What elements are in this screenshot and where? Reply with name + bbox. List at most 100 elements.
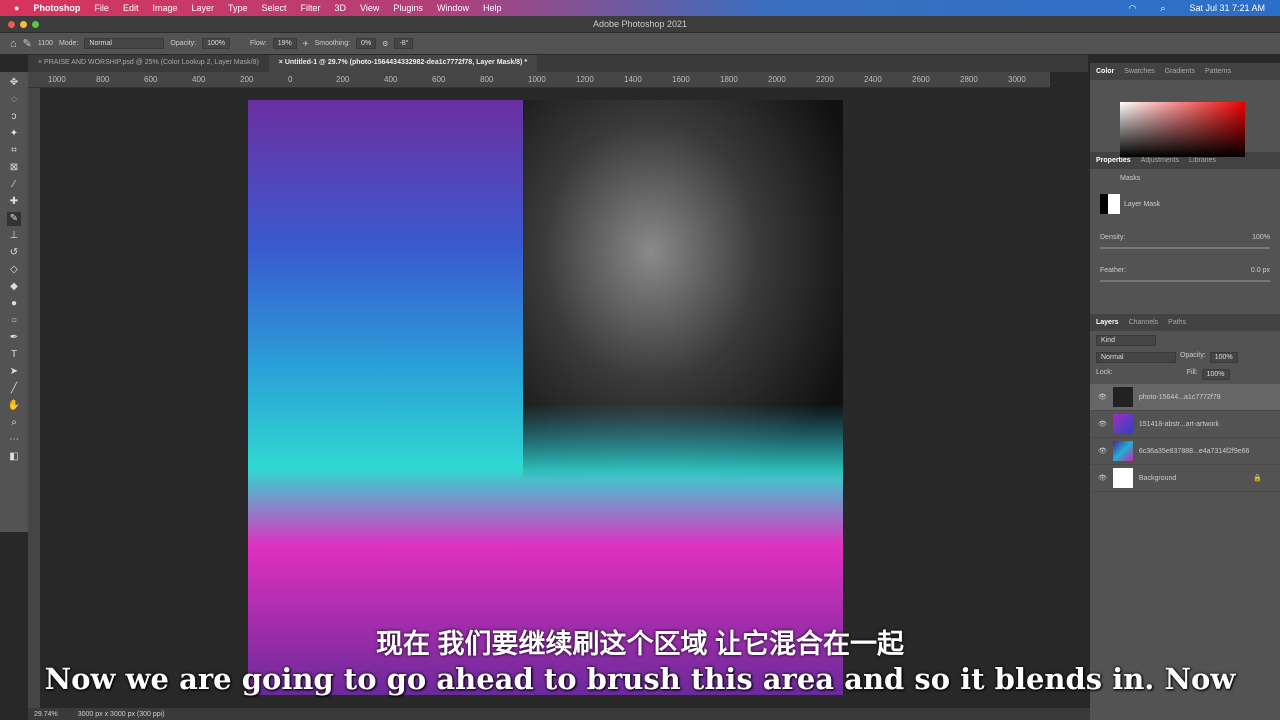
layer-name: Background	[1138, 474, 1177, 482]
layer-opacity-input[interactable]: 100%	[1209, 352, 1238, 363]
tab-untitled-1[interactable]: × Untitled-1 @ 29.7% (photo-156443433298…	[268, 55, 538, 72]
crop-tool-icon[interactable]: ⌗	[7, 144, 21, 158]
history-brush-icon[interactable]: ↺	[7, 246, 21, 260]
vertical-ruler	[28, 88, 40, 708]
tab-layers[interactable]: Layers	[1096, 319, 1119, 326]
menu-filter[interactable]: Filter	[301, 3, 321, 13]
hand-tool-icon[interactable]: ✋	[7, 399, 21, 413]
eye-icon[interactable]: 👁	[1098, 393, 1107, 401]
type-tool-icon[interactable]: T	[7, 348, 21, 362]
menu-plugins[interactable]: Plugins	[393, 3, 423, 13]
menu-image[interactable]: Image	[152, 3, 177, 13]
tab-color[interactable]: Color	[1096, 68, 1114, 75]
search-icon[interactable]: ⌕	[1160, 3, 1165, 14]
eye-icon[interactable]: 👁	[1098, 420, 1107, 428]
gear-icon[interactable]: ⚙	[382, 40, 388, 48]
eye-icon[interactable]: 👁	[1098, 447, 1107, 455]
shape-tool-icon[interactable]: ╱	[7, 382, 21, 396]
horizontal-ruler: 1000 800 600 400 200 0 200 400 600 800 1000 1200 140…	[28, 72, 1050, 88]
layer-row[interactable]: 👁 photo-15644...a1c7772f78	[1090, 384, 1280, 411]
brush-size[interactable]: 1100	[38, 40, 53, 47]
eraser-icon[interactable]: ◇	[7, 263, 21, 277]
blur-tool-icon[interactable]: ●	[7, 297, 21, 311]
eye-icon[interactable]: 👁	[1098, 474, 1107, 482]
tab-praise-and-worship[interactable]: × PRAISE AND WORSHIP.psd @ 25% (Color Lo…	[28, 55, 269, 72]
tab-adjustments[interactable]: Adjustments	[1141, 157, 1180, 164]
smoothing-input[interactable]: 0%	[356, 38, 377, 49]
apple-icon[interactable]: ●	[14, 3, 19, 13]
frame-tool-icon[interactable]: ⊠	[7, 161, 21, 175]
color-picker-field[interactable]	[1120, 102, 1245, 157]
ruler-tick: 2000	[768, 75, 786, 84]
tab-properties[interactable]: Properties	[1096, 157, 1131, 164]
tab-channels[interactable]: Channels	[1129, 319, 1159, 326]
filter-kind-select[interactable]: Kind	[1096, 335, 1156, 346]
zoom-level[interactable]: 29.74%	[34, 711, 58, 718]
ruler-tick: 400	[384, 75, 398, 84]
more-tools-icon[interactable]: ⋯	[7, 433, 21, 447]
blend-mode-select[interactable]: Normal	[1096, 352, 1176, 363]
color-panel-tabs: Color Swatches Gradients Patterns	[1090, 63, 1280, 80]
eyedropper-icon[interactable]: ⁄	[7, 178, 21, 192]
marquee-tool-icon[interactable]: ◌	[7, 93, 21, 107]
tab-paths[interactable]: Paths	[1168, 319, 1186, 326]
ruler-tick: 1400	[624, 75, 642, 84]
home-icon[interactable]: ⌂	[10, 38, 17, 50]
document-canvas[interactable]	[248, 100, 843, 695]
layer-name: photo-15644...a1c7772f78	[1138, 393, 1221, 401]
dodge-tool-icon[interactable]: ○	[7, 314, 21, 328]
density-input[interactable]: 100%	[1252, 234, 1270, 241]
clock[interactable]: Sat Jul 31 7:21 AM	[1189, 3, 1265, 13]
smoothing-label: Smoothing:	[314, 40, 351, 47]
menu-photoshop[interactable]: Photoshop	[33, 3, 80, 13]
feather-input[interactable]: 0.0 px	[1251, 267, 1270, 274]
ruler-tick: 1200	[576, 75, 594, 84]
layer-name: 6c36a35e837888...e4a7314f2f9e66	[1138, 447, 1250, 455]
density-slider[interactable]	[1100, 247, 1270, 249]
mask-thumbnail	[1100, 194, 1120, 214]
healing-icon[interactable]: ✚	[7, 195, 21, 209]
wifi-icon[interactable]: ◠	[1129, 3, 1137, 14]
menu-file[interactable]: File	[94, 3, 109, 13]
ruler-tick: 800	[96, 75, 110, 84]
properties-panel: Masks Layer Mask Density: 100% Feather: 0.…	[1090, 169, 1280, 314]
tab-swatches[interactable]: Swatches	[1124, 68, 1154, 75]
layer-row[interactable]: 👁 6c36a35e837888...e4a7314f2f9e66	[1090, 438, 1280, 465]
quick-select-icon[interactable]: ✦	[7, 127, 21, 141]
menu-3d[interactable]: 3D	[335, 3, 347, 13]
document-tabs: × PRAISE AND WORSHIP.psd @ 25% (Color Lo…	[28, 55, 1088, 72]
zoom-tool-icon[interactable]: ⌕	[7, 416, 21, 430]
menu-view[interactable]: View	[360, 3, 379, 13]
menu-type[interactable]: Type	[228, 3, 248, 13]
color-swatches-icon[interactable]: ◧	[7, 450, 21, 464]
color-panel	[1090, 80, 1280, 157]
pen-tool-icon[interactable]: ✒	[7, 331, 21, 345]
paint-bucket-icon[interactable]: ◆	[7, 280, 21, 294]
tab-gradients[interactable]: Gradients	[1165, 68, 1195, 75]
menu-select[interactable]: Select	[262, 3, 287, 13]
fill-input[interactable]: 100%	[1201, 369, 1230, 380]
path-select-icon[interactable]: ➤	[7, 365, 21, 379]
opacity-input[interactable]: 100%	[202, 38, 230, 49]
move-tool-icon[interactable]: ✥	[7, 76, 21, 90]
lasso-tool-icon[interactable]: ↄ	[7, 110, 21, 124]
airbrush-icon[interactable]: ✈	[303, 40, 309, 48]
brush-tool-icon[interactable]: ✎	[7, 212, 21, 226]
feather-slider[interactable]	[1100, 280, 1270, 282]
brush-tool-icon[interactable]: ✎	[23, 37, 32, 50]
layer-row[interactable]: 👁 Background 🔒	[1090, 465, 1280, 492]
tab-label: Untitled-1 @ 29.7% (photo-1564434332982-…	[284, 59, 528, 66]
opacity-label: Opacity:	[1180, 352, 1206, 359]
menu-window[interactable]: Window	[437, 3, 469, 13]
mode-select[interactable]: Normal	[84, 38, 165, 49]
menu-edit[interactable]: Edit	[123, 3, 139, 13]
layer-row[interactable]: 👁 151418-abstr...art-artwork	[1090, 411, 1280, 438]
stamp-tool-icon[interactable]: ⊥	[7, 229, 21, 243]
menu-help[interactable]: Help	[483, 3, 502, 13]
tab-patterns[interactable]: Patterns	[1205, 68, 1231, 75]
angle-input[interactable]: -8°	[394, 38, 414, 49]
tab-libraries[interactable]: Libraries	[1189, 157, 1216, 164]
menu-layer[interactable]: Layer	[191, 3, 214, 13]
flow-input[interactable]: 19%	[272, 38, 297, 49]
layer-mask-label: Layer Mask	[1124, 200, 1161, 208]
